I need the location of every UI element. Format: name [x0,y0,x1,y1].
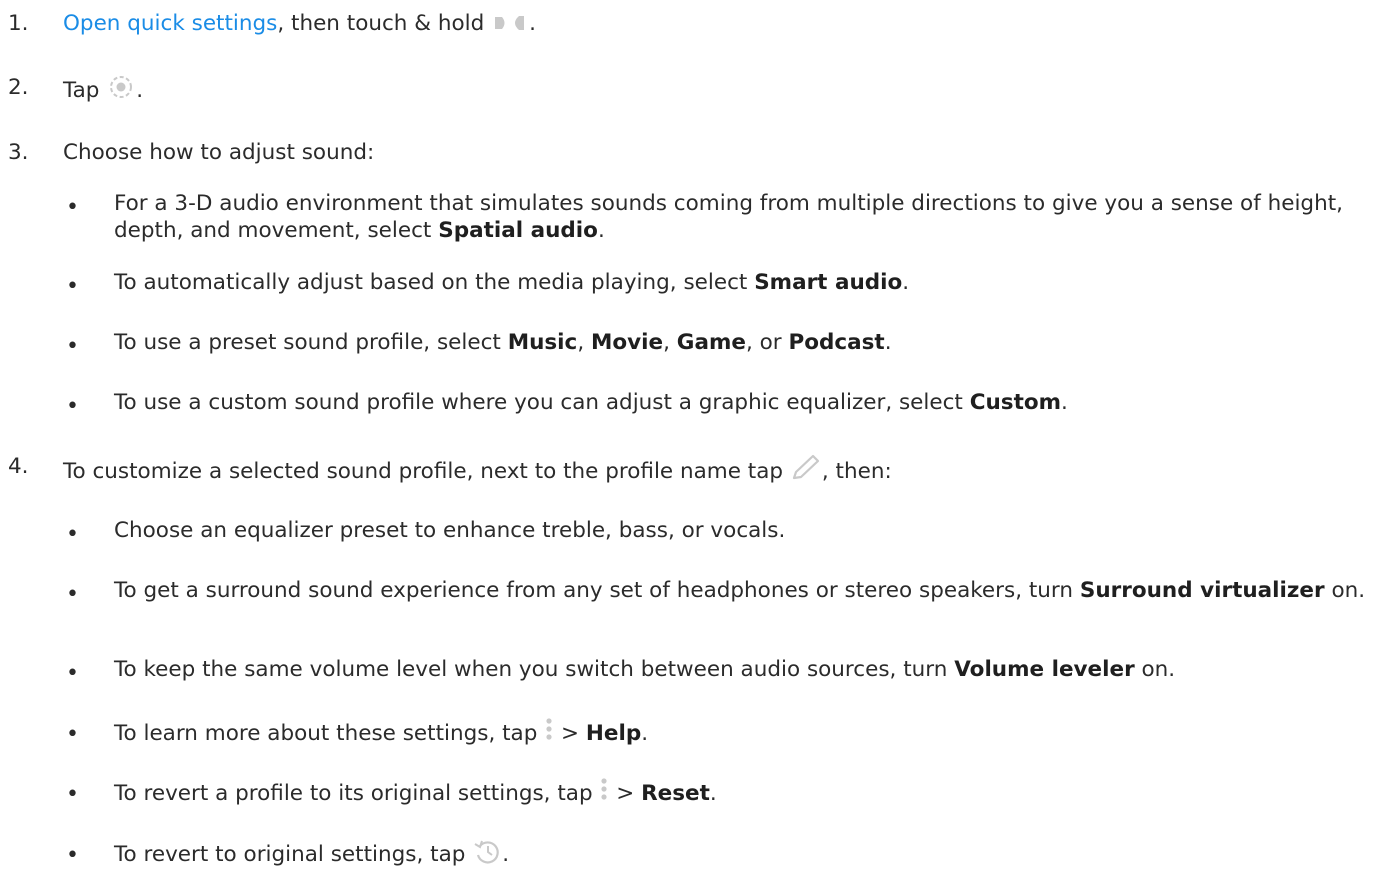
option-game: Game [676,330,746,355]
more-vert-icon [544,717,554,750]
bullet: • [66,843,79,868]
option-custom: Custom [969,390,1062,415]
step-2-after: . [136,78,144,103]
option-volume-leveler: Volume leveler [954,657,1135,682]
step-2-text: Tap [63,78,100,103]
bullet: • [66,782,79,807]
bullet-text: To get a surround sound experience from … [114,578,1366,603]
step-number: 4. [8,454,29,479]
option-help: Help [585,721,642,746]
settings-gear-icon [106,74,136,107]
step-text: Choose how to adjust sound: [63,140,375,165]
bullet: • [66,522,79,547]
option-movie: Movie [590,330,664,355]
step-text: Tap . [63,74,143,107]
step-4-text: To customize a selected sound profile, n… [63,459,784,484]
step-1-text: , then touch & hold [277,11,485,36]
option-reset: Reset [641,781,710,806]
bullet: • [66,274,79,299]
bullet: • [66,195,79,220]
step-text: To customize a selected sound profile, n… [63,453,892,488]
bullet-text: For a 3-D audio environment that simulat… [114,191,1343,243]
pencil-edit-icon [790,453,822,488]
step-text: Open quick settings, then touch & hold . [63,10,536,40]
step-number: 1. [8,11,29,36]
option-surround-virtualizer: Surround virtualizer [1079,578,1325,603]
bullet-text: To revert to original settings, tap . [114,838,509,871]
option-smart-audio: Smart audio [754,270,903,295]
step-1-after: . [529,11,536,36]
open-quick-settings-link[interactable]: Open quick settings [63,11,277,36]
bullet-text: To automatically adjust based on the med… [114,270,910,295]
bullet: • [66,394,79,419]
bullet: • [66,334,79,359]
bullet-text: To use a custom sound profile where you … [114,390,1068,415]
option-podcast: Podcast [788,330,885,355]
bullet-text: To use a preset sound profile, select Mu… [114,330,892,355]
sound-toggle-icon [491,13,529,40]
more-vert-icon [599,777,609,810]
step-number: 2. [8,75,29,100]
bullet: • [66,582,79,607]
bullet: • [66,722,79,747]
bullet-text: To revert a profile to its original sett… [114,777,717,810]
step-4-after: , then: [821,459,892,484]
bullet-text: To keep the same volume level when you s… [114,657,1176,682]
history-revert-icon [472,838,502,871]
option-spatial-audio: Spatial audio [438,218,598,243]
bullet-text: To learn more about these settings, tap … [114,717,648,750]
bullet: • [66,661,79,686]
bullet-text: Choose an equalizer preset to enhance tr… [114,518,786,543]
option-music: Music [507,330,578,355]
step-number: 3. [8,140,29,165]
